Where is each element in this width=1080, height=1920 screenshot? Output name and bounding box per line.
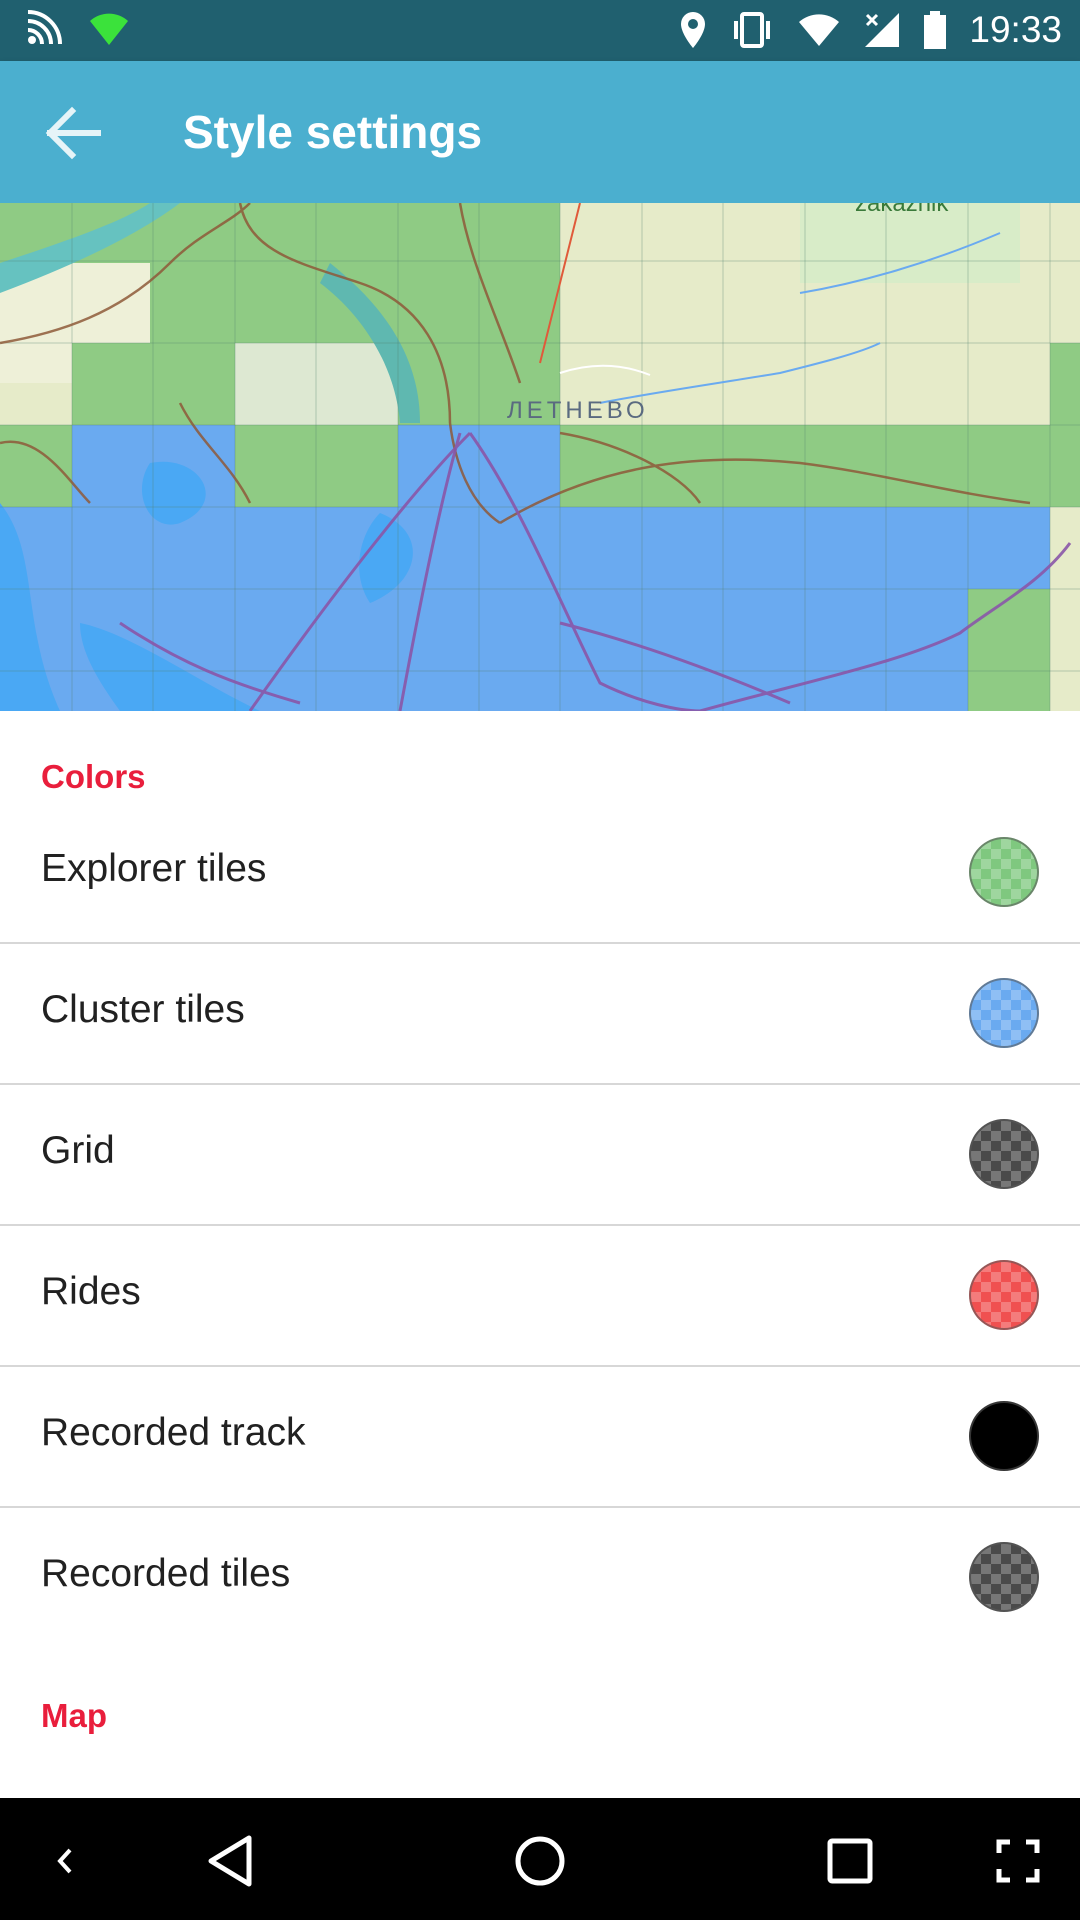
color-swatch-recorded-tiles bbox=[969, 1542, 1039, 1612]
color-swatch-recorded-track bbox=[969, 1401, 1039, 1471]
color-swatch-cluster-tiles bbox=[969, 978, 1039, 1048]
pref-label: Grid bbox=[41, 1129, 115, 1172]
divider bbox=[0, 1365, 1080, 1367]
map-place-label: ЛЕТНЕВО bbox=[507, 397, 649, 424]
signal-wifi-icon bbox=[799, 14, 840, 46]
pref-label: Recorded tiles bbox=[41, 1552, 291, 1595]
recents-button[interactable] bbox=[815, 1826, 885, 1896]
pref-recorded-tiles[interactable]: Recorded tiles bbox=[0, 1509, 1080, 1649]
pref-label: Explorer tiles bbox=[41, 847, 267, 890]
map-section-header: Map bbox=[41, 1697, 107, 1734]
recents-square-icon bbox=[827, 1838, 873, 1884]
pref-explorer-tiles[interactable]: Explorer tiles bbox=[0, 804, 1080, 944]
home-circle-icon bbox=[515, 1836, 565, 1886]
pref-label: Rides bbox=[41, 1270, 141, 1313]
collapse-button[interactable] bbox=[30, 1826, 100, 1896]
location-icon bbox=[681, 12, 706, 48]
back-triangle-icon bbox=[208, 1835, 252, 1887]
status-time: 19:33 bbox=[969, 9, 1062, 50]
cellular-icon bbox=[865, 13, 900, 47]
page-title: Style settings bbox=[183, 106, 483, 158]
cast-icon bbox=[27, 10, 62, 45]
colors-section-header: Colors bbox=[41, 758, 146, 795]
wifi-icon bbox=[90, 13, 128, 45]
color-swatch-rides bbox=[969, 1260, 1039, 1330]
map-top-label: zakaznik bbox=[855, 203, 949, 217]
home-button[interactable] bbox=[505, 1826, 575, 1896]
pref-grid[interactable]: Grid bbox=[0, 1086, 1080, 1226]
divider bbox=[0, 1083, 1080, 1085]
fullscreen-icon bbox=[996, 1839, 1040, 1883]
vibrate-icon bbox=[734, 12, 771, 48]
pref-label: Cluster tiles bbox=[41, 988, 245, 1031]
fullscreen-button[interactable] bbox=[983, 1826, 1053, 1896]
back-button[interactable] bbox=[36, 97, 108, 169]
collapse-icon bbox=[57, 1848, 72, 1874]
navigation-bar bbox=[0, 1798, 1080, 1920]
divider bbox=[0, 942, 1080, 944]
back-nav-button[interactable] bbox=[195, 1826, 265, 1896]
app-bar: Style settings bbox=[0, 61, 1080, 203]
battery-icon bbox=[924, 11, 947, 49]
pref-recorded-track[interactable]: Recorded track bbox=[0, 1368, 1080, 1508]
pref-cluster-tiles[interactable]: Cluster tiles bbox=[0, 945, 1080, 1085]
map-canvas: ЛЕТНЕВО zakaznik bbox=[0, 203, 1080, 711]
map-preview: ЛЕТНЕВО zakaznik bbox=[0, 203, 1080, 711]
status-bar: 19:33 bbox=[0, 0, 1080, 61]
pref-label: Recorded track bbox=[41, 1411, 306, 1454]
color-swatch-grid bbox=[969, 1119, 1039, 1189]
pref-rides[interactable]: Rides bbox=[0, 1227, 1080, 1367]
divider bbox=[0, 1506, 1080, 1508]
divider bbox=[0, 1224, 1080, 1226]
arrow-back-icon bbox=[45, 106, 101, 160]
color-swatch-explorer-tiles bbox=[969, 837, 1039, 907]
